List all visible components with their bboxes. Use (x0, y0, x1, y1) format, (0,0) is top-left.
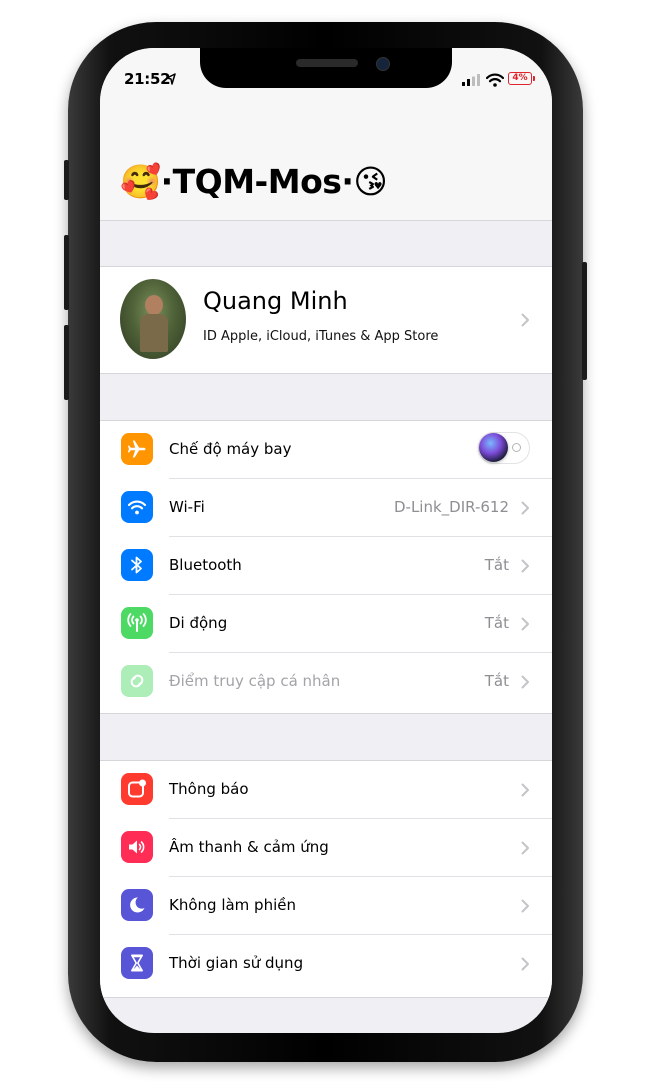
sounds-haptics-row[interactable]: Âm thanh & cảm ứng (100, 819, 552, 877)
row-label: Thời gian sử dụng (169, 954, 304, 972)
chevron-right-icon (521, 501, 529, 515)
signal-icon (462, 74, 480, 86)
system-group: Thông báo Âm thanh & cảm ứng Không làm p… (100, 760, 552, 998)
chevron-right-icon (521, 617, 529, 631)
airplane-mode-toggle[interactable] (478, 432, 530, 464)
cellular-icon (121, 607, 153, 639)
chevron-right-icon (521, 841, 529, 855)
avatar (120, 279, 186, 359)
hotspot-icon (121, 665, 153, 697)
battery-cap (533, 76, 535, 81)
row-label: Chế độ máy bay (169, 440, 292, 458)
power-button (582, 262, 587, 380)
chevron-right-icon (521, 899, 529, 913)
apple-id-row[interactable]: Quang Minh ID Apple, iCloud, iTunes & Ap… (100, 266, 552, 374)
row-label: Điểm truy cập cá nhân (169, 672, 341, 690)
bluetooth-row[interactable]: Bluetooth Tắt (100, 537, 552, 595)
avatar-photo-body (140, 314, 168, 352)
notifications-row[interactable]: Thông báo (100, 761, 552, 819)
chevron-right-icon (521, 313, 529, 327)
chevron-right-icon (521, 783, 529, 797)
speaker (296, 59, 358, 67)
profile-name: Quang Minh (203, 287, 348, 315)
notch (200, 48, 452, 88)
wifi-status-icon (486, 73, 504, 87)
mute-switch (64, 160, 69, 200)
personal-hotspot-row[interactable]: Điểm truy cập cá nhân Tắt (100, 653, 552, 711)
avatar-photo-head (145, 295, 163, 315)
notifications-icon (121, 773, 153, 805)
volume-down-button (64, 325, 69, 400)
volume-up-button (64, 235, 69, 310)
chevron-right-icon (521, 559, 529, 573)
wifi-row[interactable]: Wi-Fi D-Link_DIR-612 (100, 479, 552, 537)
row-label: Bluetooth (169, 556, 242, 574)
wifi-icon (121, 491, 153, 523)
screen-time-row[interactable]: Thời gian sử dụng (100, 935, 552, 993)
sound-icon (121, 831, 153, 863)
row-label: Thông báo (169, 780, 249, 798)
chevron-right-icon (521, 675, 529, 689)
row-label: Không làm phiền (169, 896, 296, 914)
large-title-header: 🥰·TQM-Mos·😘 (100, 92, 552, 221)
row-label: Wi-Fi (169, 498, 205, 516)
do-not-disturb-row[interactable]: Không làm phiền (100, 877, 552, 935)
chevron-right-icon (521, 957, 529, 971)
row-value: Tắt (484, 672, 509, 690)
cellular-row[interactable]: Di động Tắt (100, 595, 552, 653)
row-label: Âm thanh & cảm ứng (169, 838, 329, 856)
toggle-knob (479, 433, 508, 462)
moon-icon (121, 889, 153, 921)
profile-subtitle: ID Apple, iCloud, iTunes & App Store (203, 329, 439, 344)
row-value: Tắt (484, 556, 509, 574)
toggle-off-mark (512, 443, 521, 452)
row-value: Tắt (484, 614, 509, 632)
phone-screen: 21:52 4% 🥰·TQM-Mos·😘 Quang Minh ID Apple… (100, 48, 552, 1033)
airplane-mode-row: Chế độ máy bay (100, 421, 552, 479)
location-arrow-icon (166, 73, 176, 85)
page-title: 🥰·TQM-Mos·😘 (120, 162, 388, 201)
connectivity-group: Chế độ máy bay Wi-Fi D-Link_DIR-612 Blue… (100, 420, 552, 714)
battery-indicator: 4% (508, 72, 532, 85)
row-label: Di động (169, 614, 228, 632)
row-value: D-Link_DIR-612 (393, 498, 509, 516)
airplane-icon (121, 433, 153, 465)
hourglass-icon (121, 947, 153, 979)
front-camera (376, 57, 390, 71)
status-time: 21:52 (124, 70, 171, 88)
bluetooth-icon (121, 549, 153, 581)
